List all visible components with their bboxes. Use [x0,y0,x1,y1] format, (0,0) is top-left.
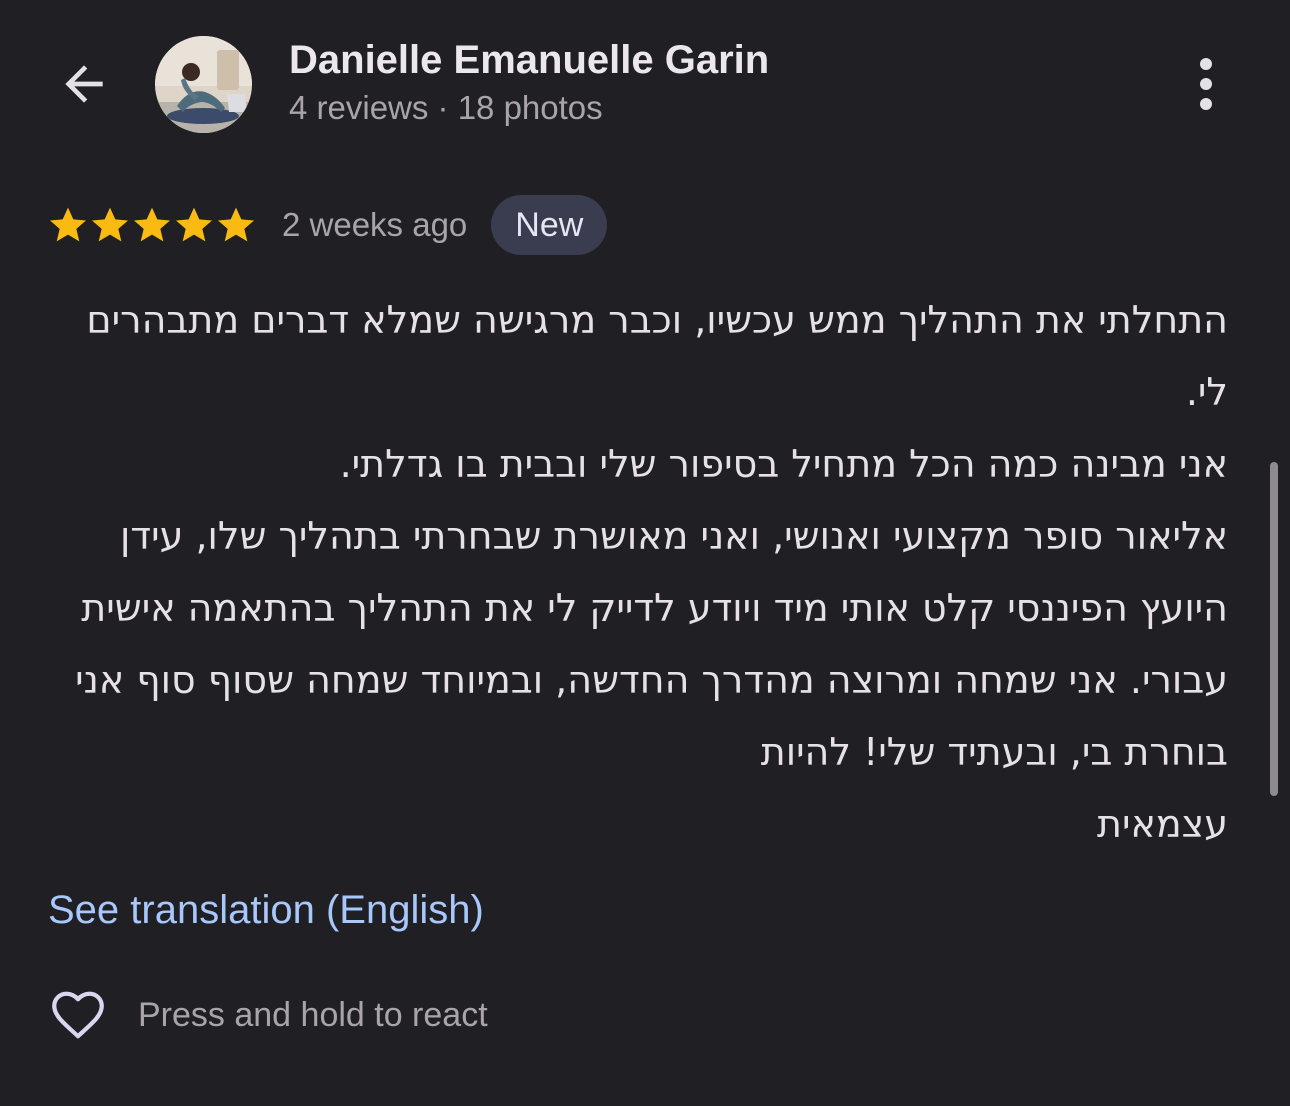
review-text: התחלתי את התהליך ממש עכשיו, וכבר מרגישה … [48,284,1228,860]
react-label: Press and hold to react [138,995,488,1034]
avatar-photo [155,36,252,133]
author-meta: 4 reviews · 18 photos [289,89,603,126]
more-options-button[interactable] [1180,52,1232,116]
star-icon [218,207,254,242]
review-paragraph: אני מבינה כמה הכל מתחיל בסיפור שלי ובבית… [339,442,1228,486]
rating-row: 2 weeks ago New [48,195,608,255]
review-paragraph: עצמאית [1096,802,1228,846]
scrollbar-thumb[interactable] [1270,462,1278,796]
star-icon [50,207,86,242]
review-detail-page: Danielle Emanuelle Garin 4 reviews · 18 … [0,0,1290,1106]
author-name[interactable]: Danielle Emanuelle Garin [289,38,769,83]
review-date: 2 weeks ago [282,206,468,243]
back-button[interactable] [50,50,118,118]
review-paragraph: התחלתי את התהליך ממש עכשיו, וכבר מרגישה … [86,298,1228,414]
avatar[interactable] [155,36,252,133]
see-translation-link[interactable]: See translation (English) [48,888,484,933]
star-rating [48,195,258,255]
arrow-left-icon [65,65,103,103]
review-paragraph: אליאור סופר מקצועי ואנושי, ואני מאושרת ש… [75,514,1228,774]
more-vertical-icon [1200,58,1212,110]
star-icon [92,207,128,242]
star-icon [176,207,212,242]
star-icon [134,207,170,242]
react-button[interactable]: Press and hold to react [46,984,488,1046]
new-badge: New [491,195,608,255]
heart-icon [52,991,104,1039]
